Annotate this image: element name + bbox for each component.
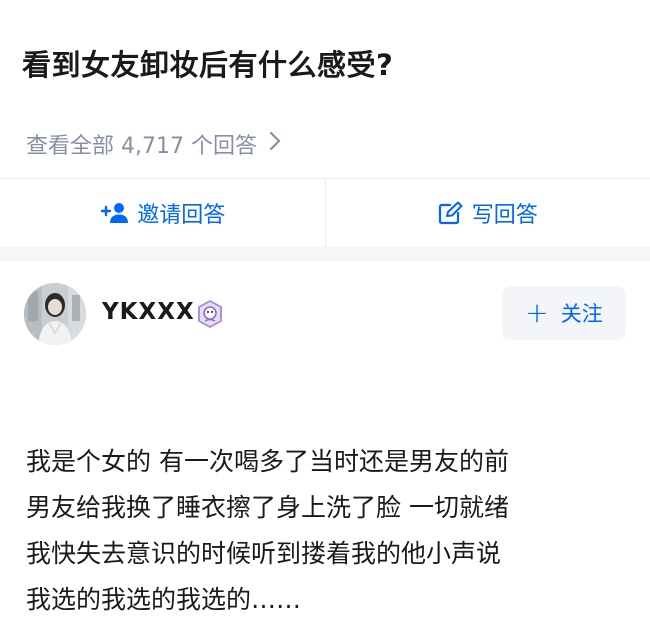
view-all-answers-label: 查看全部 4,717 个回答	[26, 128, 257, 160]
answer-line: 我选的我选的我选的……	[26, 577, 626, 623]
view-all-answers-link[interactable]: 查看全部 4,717 个回答	[26, 128, 281, 160]
invite-answer-button[interactable]: 邀请回答	[0, 179, 325, 247]
answer-line: 我快失去意识的时候听到搂着我的他小声说	[26, 531, 626, 577]
follow-label: 关注	[561, 298, 603, 328]
question-header: 看到女友卸妆后有什么感受? 查看全部 4,717 个回答	[0, 0, 650, 178]
answer-line: 男友给我换了睡衣擦了身上洗了脸 一切就绪	[26, 485, 626, 531]
answer-line: 我是个女的 有一次喝多了当时还是男友的前	[26, 439, 626, 485]
avatar[interactable]	[24, 283, 86, 345]
invite-answer-label: 邀请回答	[137, 197, 225, 229]
edit-icon	[438, 201, 464, 225]
plus-icon: +	[525, 299, 548, 327]
author-name[interactable]: YKXXX	[102, 299, 195, 325]
question-title[interactable]: 看到女友卸妆后有什么感受?	[22, 42, 393, 84]
add-user-icon	[99, 202, 129, 224]
answer-card: YKXXX + 关注 我是个女的 有一次喝多了当时还是男友的前 男友给我换了睡衣…	[0, 261, 650, 622]
question-action-bar: 邀请回答 写回答	[0, 178, 650, 247]
write-answer-button[interactable]: 写回答	[325, 179, 650, 247]
write-answer-label: 写回答	[472, 197, 538, 229]
answer-body[interactable]: 我是个女的 有一次喝多了当时还是男友的前 男友给我换了睡衣擦了身上洗了脸 一切就…	[26, 439, 626, 623]
section-divider	[0, 247, 650, 261]
chevron-right-icon	[269, 131, 281, 157]
author-badge-icon	[195, 299, 225, 329]
follow-button[interactable]: + 关注	[502, 286, 626, 340]
